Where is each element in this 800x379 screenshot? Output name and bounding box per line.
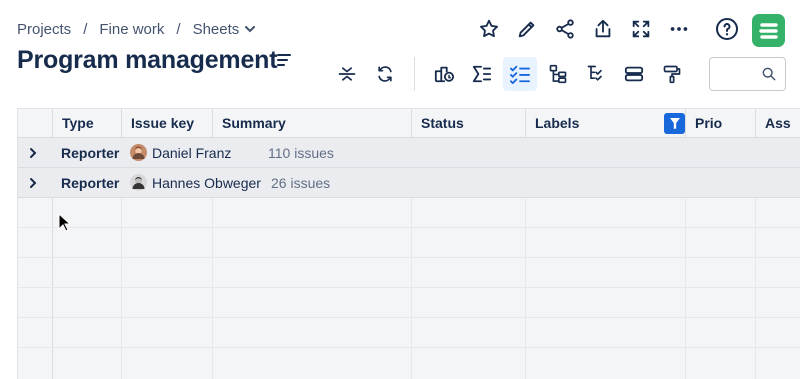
chevron-right-icon[interactable] xyxy=(28,176,38,192)
mouse-pointer-icon xyxy=(58,212,72,237)
star-icon[interactable] xyxy=(476,16,502,42)
export-icon[interactable] xyxy=(590,16,616,42)
grid-line xyxy=(18,257,800,258)
header-expander xyxy=(18,109,52,138)
group-name: Hannes Obweger xyxy=(152,175,261,191)
column-header-labels[interactable]: Labels xyxy=(525,109,685,138)
group-field-label: Reporter xyxy=(61,145,120,161)
group-count: 110 issues xyxy=(268,145,334,161)
share-icon[interactable] xyxy=(552,16,578,42)
grid-line xyxy=(18,227,800,228)
table-header: Type Issue key Summary Status Labels Pri… xyxy=(18,109,800,138)
breadcrumb: Projects / Fine work / Sheets xyxy=(17,21,256,38)
breadcrumb-separator: / xyxy=(83,21,88,38)
page-title: Program management xyxy=(17,46,278,74)
group-row[interactable]: Reporter Daniel Franz 110 issues xyxy=(18,138,800,168)
group-count: 26 issues xyxy=(271,175,331,191)
sum-icon[interactable] xyxy=(465,57,499,91)
checklist-icon[interactable] xyxy=(503,57,537,91)
column-header-prio[interactable]: Prio xyxy=(685,109,755,138)
group-name: Daniel Franz xyxy=(152,145,232,161)
breadcrumb-separator: / xyxy=(176,21,181,38)
refresh-icon[interactable] xyxy=(368,57,402,91)
top-actions xyxy=(476,16,752,42)
format-painter-icon[interactable] xyxy=(655,57,689,91)
grid-line xyxy=(18,287,800,288)
grid-line xyxy=(18,347,800,348)
breadcrumb-sheets[interactable]: Sheets xyxy=(193,21,240,38)
group-icon[interactable] xyxy=(617,57,651,91)
fullscreen-icon[interactable] xyxy=(628,16,654,42)
search-input[interactable] xyxy=(709,57,786,91)
menu-lines-icon[interactable] xyxy=(277,53,291,71)
chevron-down-icon[interactable] xyxy=(245,26,256,33)
hierarchy-icon[interactable] xyxy=(541,57,575,91)
group-field-label: Reporter xyxy=(61,175,120,191)
help-icon[interactable] xyxy=(714,16,740,42)
search-icon xyxy=(761,66,777,87)
filter-icon[interactable] xyxy=(664,113,685,134)
toolbar-divider xyxy=(414,57,415,91)
breadcrumb-fine-work[interactable]: Fine work xyxy=(99,21,164,38)
app-logo-icon[interactable] xyxy=(752,14,785,47)
toolbar xyxy=(330,57,689,91)
collapse-icon[interactable] xyxy=(330,57,364,91)
column-header-type[interactable]: Type xyxy=(52,109,121,138)
add-view-icon[interactable] xyxy=(427,57,461,91)
column-header-assignee[interactable]: Ass xyxy=(755,109,800,138)
avatar xyxy=(130,144,147,161)
avatar xyxy=(130,174,147,191)
column-header-summary[interactable]: Summary xyxy=(212,109,411,138)
group-row[interactable]: Reporter Hannes Obweger 26 issues xyxy=(18,168,800,198)
chevron-right-icon[interactable] xyxy=(28,146,38,162)
edit-icon[interactable] xyxy=(514,16,540,42)
column-header-status[interactable]: Status xyxy=(411,109,525,138)
grid-line xyxy=(18,317,800,318)
column-header-issue-key[interactable]: Issue key xyxy=(121,109,212,138)
more-icon[interactable] xyxy=(666,16,692,42)
checked-tree-icon[interactable] xyxy=(579,57,613,91)
breadcrumb-projects[interactable]: Projects xyxy=(17,21,71,38)
sheet-grid[interactable]: Type Issue key Summary Status Labels Pri… xyxy=(17,108,800,379)
